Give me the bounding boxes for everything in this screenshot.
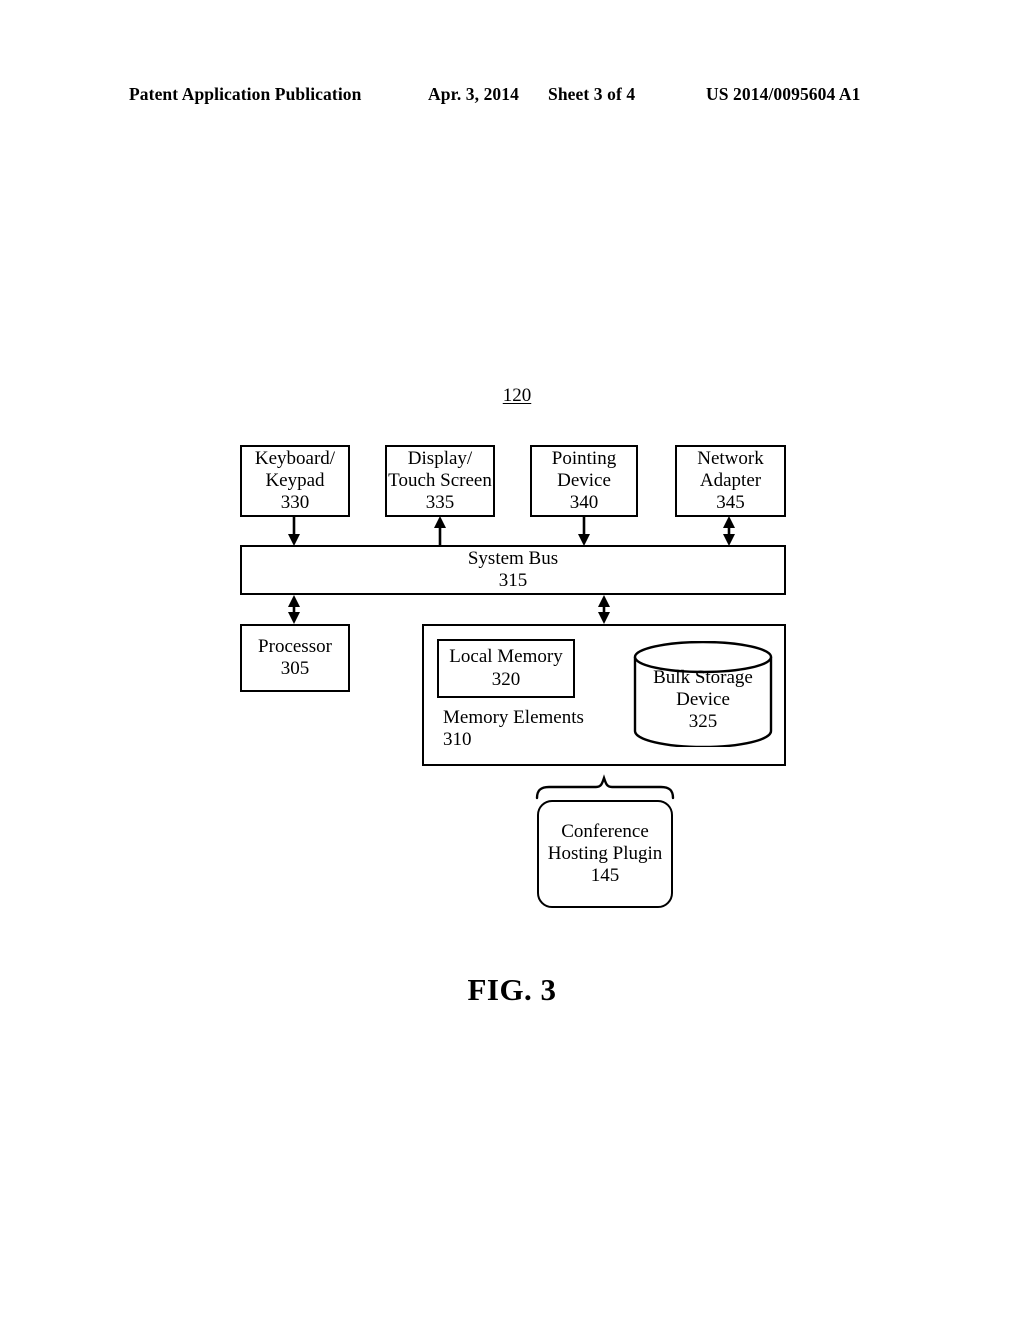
connector-network-to-bus — [723, 516, 735, 546]
block-system-bus: System Bus 315 — [240, 545, 786, 595]
block-pointing-device: Pointing Device 340 — [530, 445, 638, 517]
block-display-touch-screen-line1: Display/ — [407, 447, 473, 469]
block-local-memory-label: Local Memory — [449, 646, 563, 668]
block-conference-hosting-plugin: Conference Hosting Plugin 145 — [537, 800, 673, 908]
block-network-adapter-line2: Adapter — [699, 469, 762, 491]
block-conference-hosting-plugin-ref: 145 — [590, 865, 620, 887]
block-bulk-storage-device-ref: 325 — [688, 711, 718, 733]
block-pointing-device-line2: Device — [557, 469, 611, 491]
block-local-memory-ref: 320 — [491, 668, 521, 690]
block-processor: Processor 305 — [240, 624, 350, 692]
block-network-adapter-line1: Network — [697, 447, 764, 469]
block-processor-ref: 305 — [280, 658, 310, 679]
figure-caption: FIG. 3 — [467, 972, 557, 1007]
connector-bus-to-memory-elements — [598, 595, 610, 624]
block-display-touch-screen: Display/ Touch Screen 335 — [385, 445, 495, 517]
block-bulk-storage-device-line1: Bulk Storage — [653, 667, 753, 688]
block-keyboard-keypad: Keyboard/ Keypad 330 — [240, 445, 350, 517]
block-local-memory: Local Memory 320 — [437, 639, 575, 698]
brace-memory-to-plugin — [535, 774, 675, 800]
block-processor-label: Processor — [258, 635, 332, 657]
block-keyboard-keypad-line2: Keypad — [265, 469, 325, 491]
block-system-bus-ref: 315 — [498, 570, 528, 591]
block-memory-elements-label: Memory Elements — [443, 707, 584, 728]
block-bulk-storage-device-text-group: Bulk Storage Device 325 — [633, 667, 773, 733]
block-conference-hosting-plugin-line1: Conference — [561, 820, 649, 842]
connector-bus-to-display — [434, 516, 446, 545]
patent-figure-3: 120 Keyboard/ Keypad 330 Display/ Touch … — [0, 0, 1024, 1320]
block-display-touch-screen-ref: 335 — [425, 492, 455, 514]
block-system-bus-label: System Bus — [467, 547, 559, 569]
system-reference-numeral: 120 — [502, 385, 532, 406]
block-memory-elements-label-group: Memory Elements 310 — [443, 707, 584, 752]
block-pointing-device-ref: 340 — [569, 492, 599, 514]
block-keyboard-keypad-line1: Keyboard/ — [254, 447, 336, 469]
block-memory-elements-ref: 310 — [443, 729, 472, 751]
block-pointing-device-line1: Pointing — [551, 447, 617, 469]
block-conference-hosting-plugin-line2: Hosting Plugin — [547, 842, 663, 864]
block-display-touch-screen-line2: Touch Screen — [388, 469, 492, 491]
block-bulk-storage-device-line2: Device — [676, 689, 730, 711]
block-keyboard-keypad-ref: 330 — [280, 492, 310, 514]
connector-keyboard-to-bus — [288, 517, 300, 546]
block-bulk-storage-device: Bulk Storage Device 325 — [633, 641, 773, 747]
block-network-adapter-ref: 345 — [716, 492, 745, 514]
connector-bus-to-processor — [288, 595, 300, 624]
connector-pointing-to-bus — [578, 517, 590, 546]
block-network-adapter: Network Adapter 345 — [675, 445, 786, 517]
